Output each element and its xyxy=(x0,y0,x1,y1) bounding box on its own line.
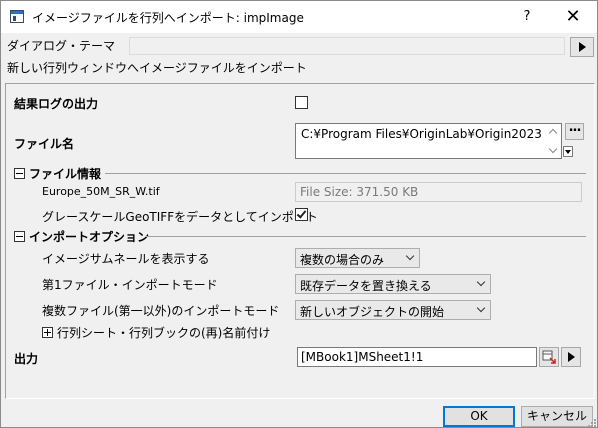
theme-menu-arrow-button[interactable] xyxy=(570,37,594,57)
import-options-collapse-icon[interactable] xyxy=(14,231,25,242)
window-title: イメージファイルを行列へインポート: impImage xyxy=(32,11,304,25)
chevron-down-icon xyxy=(476,303,486,313)
multi-import-mode-value: 新しいオブジェクトの開始 xyxy=(300,305,445,319)
section-divider xyxy=(105,173,586,174)
first-import-mode-value: 既存データを置き換える xyxy=(300,279,432,293)
cancel-button[interactable]: キャンセル xyxy=(521,406,593,427)
multi-import-mode-label: 複数ファイル(第一以外)のインポートモード xyxy=(42,304,280,318)
result-log-label: 結果ログの出力 xyxy=(14,97,99,111)
output-select-button[interactable] xyxy=(539,347,559,367)
dialog-theme-combo[interactable] xyxy=(129,37,565,55)
file-info-section-label: ファイル情報 xyxy=(29,167,102,181)
output-input[interactable]: [MBook1]MSheet1!1 xyxy=(297,347,537,367)
file-name-label: Europe_50M_SR_W.tif xyxy=(42,185,160,198)
filename-dropdown-button[interactable] xyxy=(563,146,573,157)
dialog-theme-label: ダイアログ・テーマ xyxy=(7,39,116,53)
filename-input[interactable]: C:¥Program Files¥OriginLab¥Origin2023¥S xyxy=(295,123,562,159)
geotiff-import-label: グレースケールGeoTIFFをデータとしてインポート xyxy=(42,210,318,224)
first-import-mode-select[interactable]: 既存データを置き換える xyxy=(295,274,491,294)
thumbnail-select[interactable]: 複数の場合のみ xyxy=(295,248,420,268)
select-range-icon xyxy=(542,350,556,364)
dialog-description: 新しい行列ウィンドウへイメージファイルをインポート xyxy=(7,61,307,75)
ok-button[interactable]: OK xyxy=(443,406,515,427)
scroll-down-icon[interactable] xyxy=(549,146,559,156)
section-divider xyxy=(146,236,586,237)
rename-section-label: 行列シート・行列ブックの(再)名前付け xyxy=(57,326,271,340)
first-import-mode-label: 第1ファイル・インポートモード xyxy=(42,278,218,292)
result-log-checkbox[interactable] xyxy=(295,96,308,109)
help-button[interactable]: ? xyxy=(505,1,549,33)
chevron-down-icon xyxy=(405,251,415,261)
output-menu-arrow-button[interactable] xyxy=(561,347,581,367)
thumbnail-select-value: 複数の場合のみ xyxy=(300,253,385,267)
check-mark-icon xyxy=(296,208,307,219)
settings-panel: 結果ログの出力 ファイル名 C:¥Program Files¥OriginLab… xyxy=(5,83,595,399)
geotiff-import-checkbox[interactable] xyxy=(295,208,308,221)
file-info-collapse-icon[interactable] xyxy=(14,168,25,179)
import-image-dialog: イメージファイルを行列へインポート: impImage ? ✕ ダイアログ・テー… xyxy=(0,0,598,428)
file-size-field: File Size: 371.50 KB xyxy=(295,182,582,202)
multi-import-mode-select[interactable]: 新しいオブジェクトの開始 xyxy=(295,300,491,320)
resize-grip-icon[interactable] xyxy=(588,419,596,427)
rename-expand-icon[interactable] xyxy=(42,327,53,338)
filename-label: ファイル名 xyxy=(14,137,75,151)
thumbnail-label: イメージサムネールを表示する xyxy=(42,252,210,266)
chevron-down-icon xyxy=(476,277,486,287)
import-options-section-label: インポートオプション xyxy=(29,230,150,244)
title-bar: イメージファイルを行列へインポート: impImage ? ✕ xyxy=(1,1,597,33)
app-window-icon xyxy=(10,10,24,23)
scroll-up-icon[interactable] xyxy=(549,127,559,137)
close-button[interactable]: ✕ xyxy=(551,1,595,33)
browse-button[interactable]: ... xyxy=(565,121,584,140)
filename-value: C:¥Program Files¥OriginLab¥Origin2023¥S xyxy=(301,127,541,141)
output-label: 出力 xyxy=(14,352,39,366)
